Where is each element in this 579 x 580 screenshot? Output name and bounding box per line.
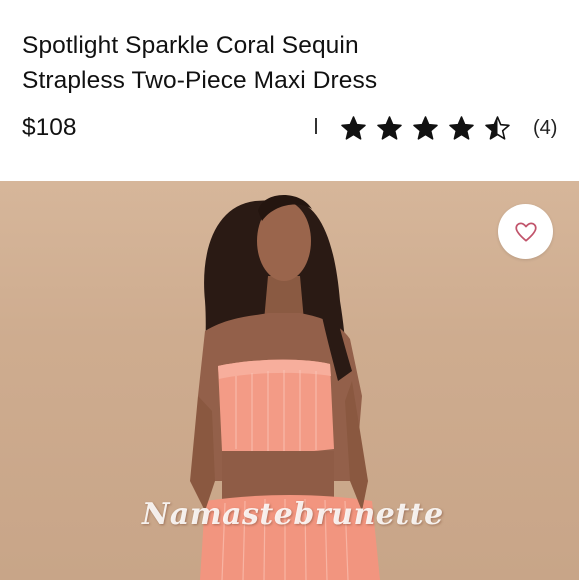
- product-title-line-1: Spotlight Sparkle Coral Sequin: [22, 32, 359, 59]
- star-full-icon: [449, 115, 474, 140]
- rating-divider: [315, 118, 317, 134]
- star-full-icon: [377, 115, 402, 140]
- product-title: Spotlight Sparkle Coral Sequin Strapless…: [22, 28, 562, 98]
- heart-icon: [514, 221, 537, 242]
- rating-stars[interactable]: [340, 113, 520, 143]
- star-full-icon: [413, 115, 438, 140]
- star-full-icon: [341, 115, 366, 140]
- watermark-text: Namastebrunette: [142, 497, 444, 532]
- favorite-button[interactable]: [498, 204, 553, 259]
- product-title-line-2: Strapless Two-Piece Maxi Dress: [22, 67, 378, 94]
- product-header: Spotlight Sparkle Coral Sequin Strapless…: [0, 0, 579, 180]
- product-price: $108: [22, 114, 77, 141]
- review-count[interactable]: (4): [533, 117, 557, 140]
- star-half-icon: [485, 115, 510, 140]
